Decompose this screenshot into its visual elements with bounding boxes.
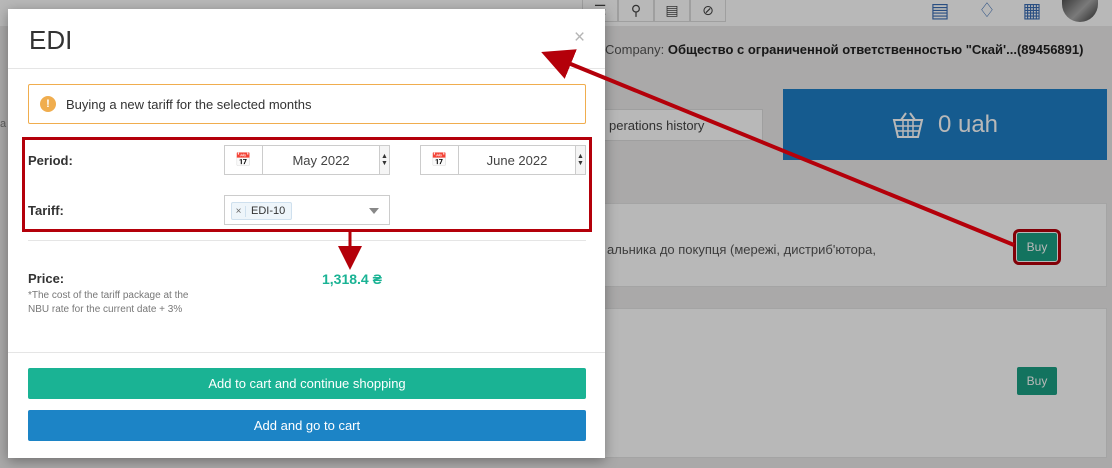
period-to-value[interactable]: June 2022 [459, 146, 575, 174]
calendar-icon[interactable]: 📅 [421, 146, 459, 174]
price-label: Price: [28, 271, 65, 286]
period-from-value[interactable]: May 2022 [263, 146, 379, 174]
bg-edge-text: a [0, 118, 7, 130]
divider [28, 240, 586, 241]
chevron-down-icon[interactable] [369, 208, 379, 214]
edi-modal: EDI × ! Buying a new tariff for the sele… [8, 9, 605, 458]
tariff-tag: × EDI-10 [231, 202, 293, 220]
tag-remove-icon[interactable]: × [232, 205, 246, 217]
spinner-icon[interactable]: ▲ ▼ [575, 146, 585, 174]
period-label: Period: [28, 153, 73, 168]
add-and-go-to-cart-button[interactable]: Add and go to cart [28, 410, 586, 441]
tariff-label: Tariff: [28, 203, 64, 218]
close-icon[interactable]: × [574, 28, 585, 47]
spinner-icon[interactable]: ▲ ▼ [379, 146, 389, 174]
price-note: *The cost of the tariff package at the N… [28, 290, 189, 315]
tariff-select[interactable]: × EDI-10 [224, 195, 390, 225]
period-to-picker[interactable]: 📅 June 2022 ▲ ▼ [420, 145, 586, 175]
tariff-tag-label: EDI-10 [251, 205, 286, 217]
add-to-cart-continue-button[interactable]: Add to cart and continue shopping [28, 368, 586, 399]
alert-text: Buying a new tariff for the selected mon… [66, 96, 312, 112]
period-from-picker[interactable]: 📅 May 2022 ▲ ▼ [224, 145, 390, 175]
modal-title: EDI [29, 25, 73, 55]
exclamation-icon: ! [40, 96, 56, 112]
price-value: 1,318.4 ₴ [322, 271, 382, 287]
divider [8, 352, 605, 353]
modal-header: EDI × [8, 9, 605, 69]
info-alert: ! Buying a new tariff for the selected m… [28, 84, 586, 124]
calendar-icon[interactable]: 📅 [225, 146, 263, 174]
